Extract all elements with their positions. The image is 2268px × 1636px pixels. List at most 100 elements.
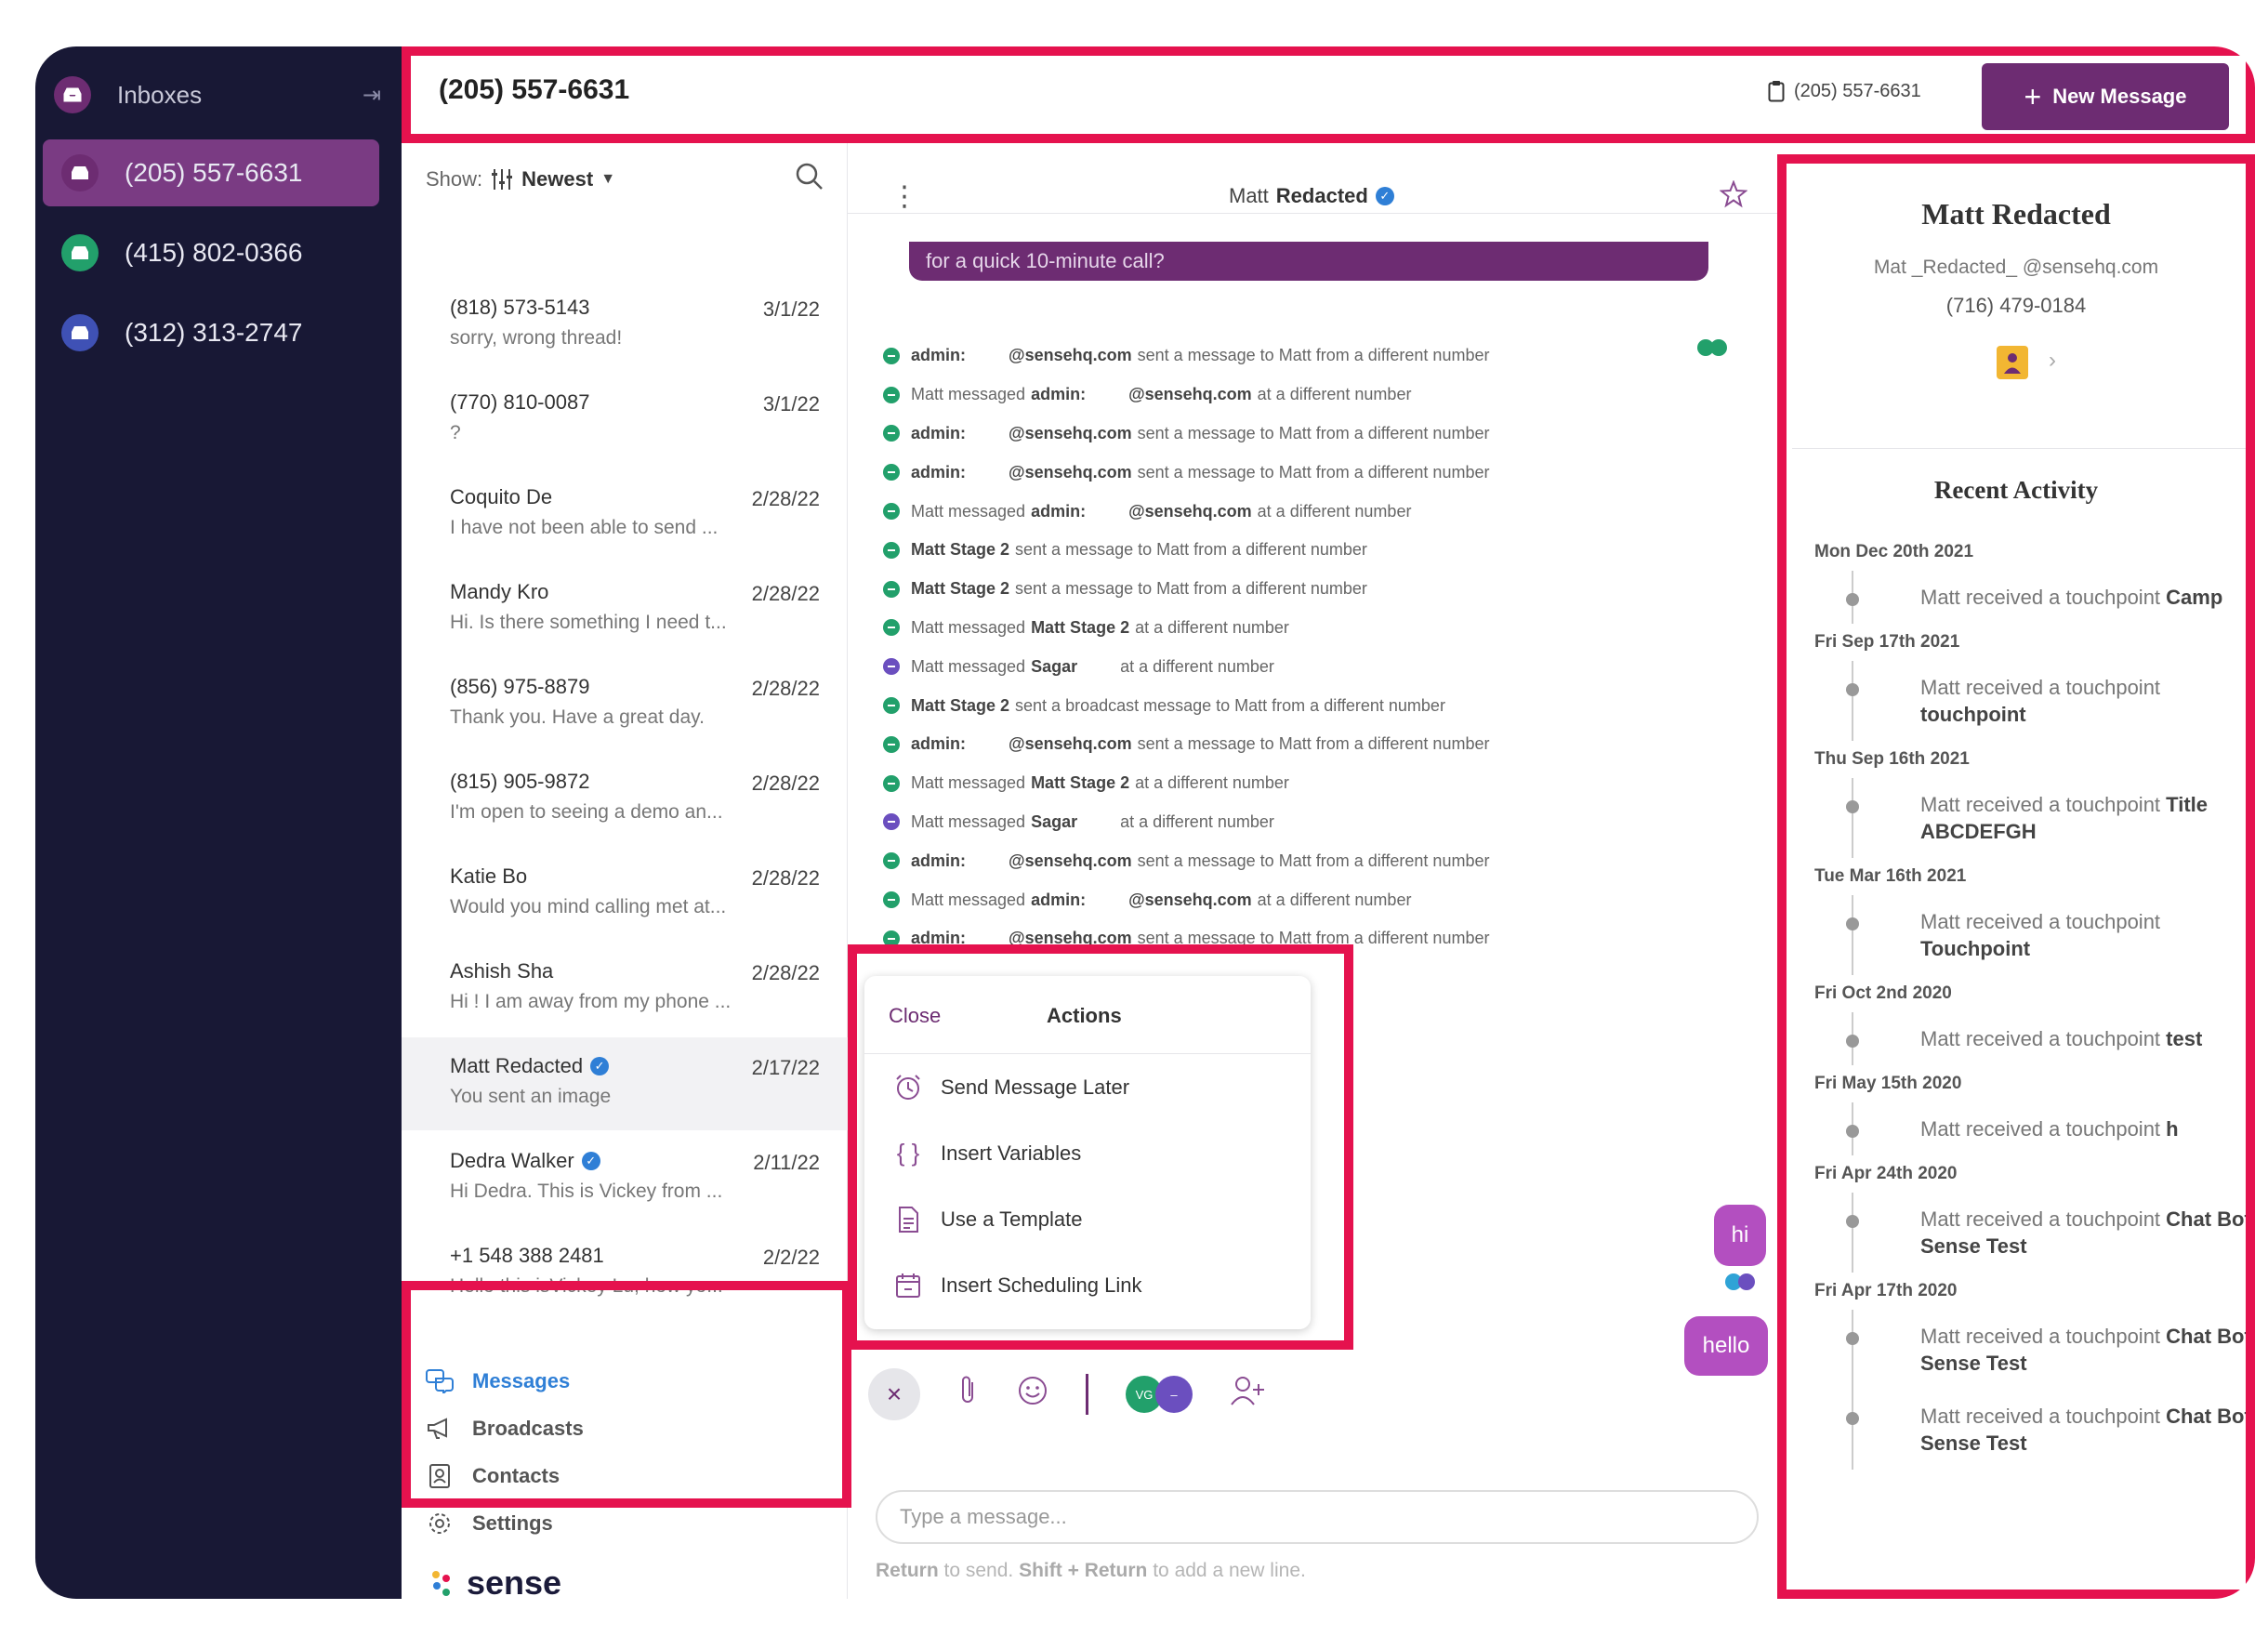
contact-card-icon[interactable]	[1997, 346, 2028, 379]
event-text: at a different number	[1257, 501, 1412, 521]
nav-contacts[interactable]: Contacts	[426, 1452, 824, 1499]
activity-event: Matt messaged admin: @sensehq.com at a diff…	[883, 376, 1489, 415]
insert-variables-action[interactable]: { } Insert Variables	[864, 1120, 1311, 1186]
alarm-clock-icon	[896, 1074, 920, 1100]
conversation-preview: I have not been able to send ...	[450, 517, 719, 538]
activity-event: admin: @sensehq.com sent a message to Matt…	[883, 336, 1489, 376]
collapse-sidebar-icon[interactable]: ⇥	[363, 82, 381, 109]
contacts-icon	[429, 1463, 450, 1488]
hint-text-newline: to add a new line.	[1153, 1560, 1306, 1581]
close-actions-button[interactable]: Close	[889, 1004, 941, 1028]
toolbar-divider	[1086, 1374, 1088, 1415]
more-options-icon[interactable]: ⋮	[890, 180, 918, 213]
use-template-action[interactable]: Use a Template	[864, 1186, 1311, 1252]
conversation-item[interactable]: (815) 905-9872 2/28/22 I'm open to seeing …	[402, 753, 848, 846]
sense-logo-mark	[432, 1571, 450, 1596]
sidebar-item-inbox[interactable]: (205) 557-6631	[43, 139, 379, 206]
conversation-preview: Thank you. Have a great day.	[450, 706, 705, 728]
activity-entry: Matt received a touchpoint Camp	[1846, 571, 2255, 624]
activity-entry: Matt received a touchpoint Chat Bot Sens…	[1846, 1390, 2255, 1470]
search-icon[interactable]	[795, 162, 824, 196]
event-actor: admin:	[1031, 890, 1087, 909]
chevron-right-icon[interactable]: ›	[2049, 348, 2056, 374]
event-actor: admin:	[911, 734, 967, 754]
event-domain: @sensehq.com	[1128, 501, 1252, 521]
activity-entry: Matt received a touchpoint Chat Bot Sens…	[1846, 1310, 2255, 1390]
hint-key-return: Return	[876, 1560, 939, 1581]
conversation-preview: Would you mind calling met at...	[450, 896, 727, 917]
nav-settings[interactable]: Settings	[426, 1499, 824, 1547]
star-icon[interactable]	[1719, 179, 1748, 213]
send-later-action[interactable]: Send Message Later	[864, 1054, 1311, 1120]
conversation-item[interactable]: Dedra Walker ✓ 2/11/22 Hi Dedra. This is Vi…	[402, 1132, 848, 1225]
sort-control[interactable]: Show: Newest ▼	[426, 167, 615, 191]
paperclip-icon[interactable]	[957, 1375, 980, 1414]
conversation-item[interactable]: Matt Redacted ✓ 2/17/22 You sent an image	[402, 1037, 848, 1130]
message-input[interactable]: Type a message...	[876, 1490, 1759, 1544]
conversation-item[interactable]: Mandy Kro 2/28/22 Hi. Is there something I…	[402, 563, 848, 656]
read-receipt-avatars-hi	[1725, 1273, 1755, 1290]
profile-divider	[1792, 448, 2251, 449]
conversation-date: 3/1/22	[762, 297, 820, 321]
conversation-item[interactable]: Katie Bo 2/28/22 Would you mind calling me…	[402, 848, 848, 941]
sidebar-item-inbox[interactable]: (312) 313-2747	[43, 299, 379, 366]
conversation-item[interactable]: (770) 810-0087 3/1/22?	[402, 374, 848, 467]
insert-scheduling-link-action[interactable]: Insert Scheduling Link	[864, 1252, 1311, 1318]
conversation-preview: sorry, wrong thread!	[450, 327, 623, 349]
activity-text: Matt received a touchpoint	[1920, 1325, 2161, 1348]
activity-event: Matt messaged Sagar at a different number	[883, 647, 1489, 686]
activity-date: Fri Apr 24th 2020	[1814, 1164, 1958, 1183]
use-template-label: Use a Template	[941, 1207, 1083, 1231]
assignee-avatars[interactable]: VG –	[1126, 1376, 1193, 1413]
add-user-icon[interactable]	[1230, 1375, 1265, 1414]
activity-event: Matt messaged admin: @sensehq.com at a diff…	[883, 492, 1489, 531]
activity-entry: Matt received a touchpoint touchpoint	[1846, 661, 2255, 741]
conversation-item[interactable]: (856) 975-8879 2/28/22 Thank you. Have a g…	[402, 658, 848, 751]
event-status-icon	[883, 813, 900, 831]
event-domain: @sensehq.com	[1009, 346, 1132, 365]
avatar-secondary: –	[1155, 1376, 1193, 1413]
conversation-item[interactable]: Ashish Sha 2/28/22 Hi ! I am away from my …	[402, 943, 848, 1036]
conversation-name: (815) 905-9872	[450, 770, 590, 793]
emoji-icon[interactable]	[1017, 1375, 1048, 1414]
event-text: at a different number	[1135, 773, 1289, 793]
activity-touchpoint-name: Camp	[2166, 586, 2223, 609]
conversation-name: Ashish Sha	[450, 959, 554, 983]
activity-date: Fri Oct 2nd 2020	[1814, 983, 1952, 1003]
profile-phone: (716) 479-0184	[1945, 294, 2087, 317]
close-icon[interactable]: ×	[868, 1368, 920, 1420]
sidebar-item-label: (312) 313-2747	[125, 318, 303, 347]
activity-text: Matt received a touchpoint	[1920, 1405, 2161, 1428]
event-prefix: Matt messaged	[911, 773, 1026, 793]
activity-touchpoint-name: test	[2166, 1027, 2203, 1050]
activity-date: Fri Sep 17th 2021	[1814, 632, 1960, 652]
new-message-button[interactable]: + New Message	[1982, 63, 2229, 130]
activity-events: admin: @sensehq.com sent a message to Matt…	[883, 336, 1489, 958]
nav-messages[interactable]: Messages	[426, 1357, 824, 1405]
chat-last-name: Redacted	[1275, 184, 1368, 207]
activity-event: Matt Stage 2 sent a broadcast message to …	[883, 686, 1489, 725]
conversation-item[interactable]: +1 548 388 2481 2/2/22 Hello this isVickey…	[402, 1227, 848, 1320]
event-prefix: Matt messaged	[911, 656, 1026, 676]
event-text: sent a message to Matt from a different …	[1137, 929, 1490, 948]
event-actor: Matt Stage 2	[1031, 773, 1130, 793]
event-status-icon	[883, 386, 900, 403]
conversation-item[interactable]: (818) 573-5143 3/1/22 sorry, wrong thread!	[402, 279, 848, 372]
megaphone-icon	[428, 1417, 447, 1439]
event-text: at a different number	[1257, 890, 1412, 909]
nav-broadcasts[interactable]: Broadcasts	[426, 1405, 824, 1452]
activity-touchpoint-name: Touchpoint	[1920, 937, 2031, 960]
conversation-name: (770) 810-0087	[450, 390, 590, 414]
event-status-icon	[883, 658, 900, 676]
inbox-number-copy[interactable]: (205) 557-6631	[1768, 80, 1921, 102]
activity-date: Fri Apr 17th 2020	[1814, 1281, 1958, 1300]
event-actor: admin:	[1031, 501, 1087, 521]
event-text: sent a message to Matt from a different …	[1137, 346, 1490, 365]
activity-text: Matt received a touchpoint	[1920, 910, 2161, 933]
conversation-date: 2/28/22	[751, 487, 820, 510]
hint-key-return-2: Return	[1084, 1560, 1148, 1581]
event-status-icon	[883, 425, 900, 442]
activity-text: Matt received a touchpoint	[1920, 1117, 2161, 1141]
conversation-item[interactable]: Coquito De 2/28/22 I have not been able to…	[402, 468, 848, 561]
sidebar-item-inbox[interactable]: (415) 802-0366	[43, 219, 379, 286]
